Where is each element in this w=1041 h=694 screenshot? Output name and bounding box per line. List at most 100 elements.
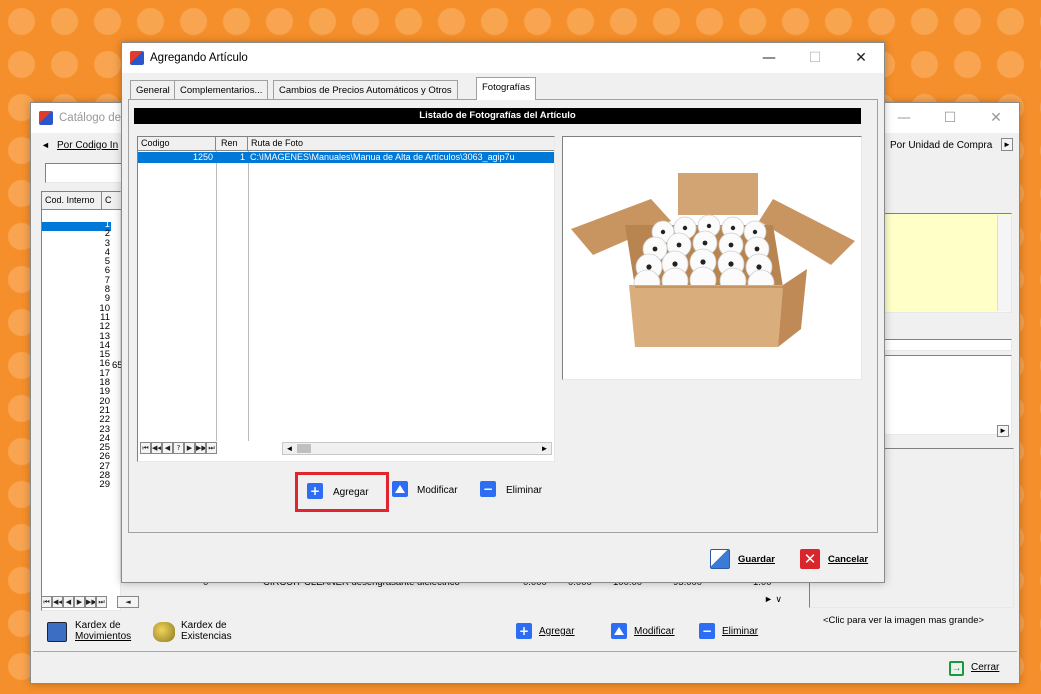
nav-find-button[interactable]: ? bbox=[173, 442, 184, 454]
nav-next-page-button[interactable]: ▶▶ bbox=[195, 442, 206, 454]
dialog-titlebar: Agregando Artículo — ☐ ✕ bbox=[122, 43, 884, 73]
cerrar-label: Cerrar bbox=[971, 662, 1000, 673]
triangle-icon bbox=[395, 485, 405, 493]
scroll-right-icon[interactable]: ► bbox=[538, 443, 551, 454]
nav-first-button[interactable]: ⏮ bbox=[140, 442, 151, 454]
col-divider bbox=[248, 151, 249, 441]
col-cod-interno[interactable]: Cod. Interno bbox=[42, 192, 102, 210]
catalog-grid[interactable]: Cod. Interno C 1 2 3 4 5 6 7 8 9 10 11 1… bbox=[41, 191, 123, 611]
right-arrow-icon[interactable]: ► bbox=[1001, 138, 1013, 151]
app-icon bbox=[39, 111, 53, 125]
list-title-bar: Listado de Fotografías del Artículo bbox=[134, 108, 861, 124]
maximize-button[interactable]: ☐ bbox=[927, 103, 973, 133]
row-number: 7 bbox=[104, 274, 110, 286]
col-c[interactable]: C bbox=[102, 192, 122, 210]
maximize-button[interactable]: ☐ bbox=[792, 43, 838, 73]
cancel-icon: ✕ bbox=[800, 549, 820, 569]
photo-preview[interactable] bbox=[562, 136, 862, 380]
progress-field bbox=[884, 339, 1012, 351]
row-number: 5 bbox=[104, 256, 110, 268]
tab-general[interactable]: General bbox=[130, 80, 176, 100]
scroll-left-icon[interactable]: ◄ bbox=[283, 443, 296, 454]
photo-grid[interactable]: Codigo Ren Ruta de Foto 1250 1 C:\IMAGEN… bbox=[137, 136, 555, 462]
row-number: 8 bbox=[104, 284, 110, 296]
tab-page: Listado de Fotografías del Artículo Codi… bbox=[128, 99, 878, 533]
nav-last-button[interactable]: ⏭ bbox=[206, 442, 217, 454]
kardex-movimientos-label-2: Movimientos bbox=[75, 631, 132, 642]
row-number: 3 bbox=[104, 237, 110, 249]
tab-cambios-precios[interactable]: Cambios de Precios Automáticos y Otros bbox=[273, 80, 458, 100]
save-icon bbox=[710, 549, 730, 569]
scroll-right-icon[interactable]: ► ∨ bbox=[764, 594, 782, 605]
catalog-agregar-icon[interactable]: + bbox=[516, 623, 532, 639]
nav-next-page-button[interactable]: ▶▶ bbox=[85, 596, 96, 608]
image-hint-text: <Clic para ver la imagen mas grande> bbox=[823, 615, 985, 626]
col-ren[interactable]: Ren bbox=[216, 137, 248, 151]
cancelar-button[interactable]: ✕ Cancelar bbox=[800, 549, 880, 573]
agregar-icon[interactable]: + bbox=[307, 483, 323, 499]
nav-por-unidad-compra[interactable]: Por Unidad de Compra bbox=[890, 140, 992, 151]
eliminar-button[interactable]: Eliminar bbox=[506, 485, 542, 496]
row-number: 2 bbox=[104, 228, 110, 240]
catalog-navbar: ⏮ ◀◀ ◀ ▶ ▶▶ ⏭ ◄ bbox=[41, 596, 139, 608]
minimize-button[interactable]: — bbox=[746, 43, 792, 73]
notes-panel[interactable] bbox=[884, 213, 1012, 313]
nav-prev-page-button[interactable]: ◀◀ bbox=[151, 442, 162, 454]
tab-fotografias[interactable]: Fotografías bbox=[476, 77, 537, 100]
nav-prev-button[interactable]: ◀ bbox=[162, 442, 173, 454]
catalog-modificar-button[interactable]: Modificar bbox=[634, 626, 675, 637]
kardex-movimientos-button[interactable]: Kardex de Movimientos bbox=[45, 618, 155, 648]
cell-ren: 1 bbox=[239, 152, 245, 162]
agregar-button[interactable]: Agregar bbox=[333, 487, 369, 498]
table-row[interactable]: 1250 1 C:\IMAGENES\Manuales\Manua de Alt… bbox=[138, 152, 554, 163]
nav-prev-page-button[interactable]: ◀◀ bbox=[52, 596, 63, 608]
kardex-existencias-button[interactable]: Kardex de Existencias bbox=[151, 618, 261, 648]
list-panel[interactable] bbox=[884, 355, 1012, 435]
col-divider bbox=[216, 151, 217, 441]
horizontal-scrollbar[interactable]: ◄ ► bbox=[282, 442, 552, 455]
cell-codigo: 1250 bbox=[192, 152, 213, 162]
cell-ruta: C:\IMAGENES\Manuales\Manua de Alta de Ar… bbox=[250, 152, 515, 162]
col-codigo[interactable]: Codigo bbox=[138, 137, 216, 151]
catalog-agregar-button[interactable]: Agregar bbox=[539, 626, 575, 637]
catalog-eliminar-icon[interactable]: − bbox=[699, 623, 715, 639]
kardex-existencias-label-2: Existencias bbox=[181, 631, 232, 642]
cancelar-label: Cancelar bbox=[828, 554, 869, 565]
catalog-eliminar-button[interactable]: Eliminar bbox=[722, 626, 758, 637]
scroll-thumb[interactable] bbox=[297, 444, 311, 453]
nav-prev-button[interactable]: ◀ bbox=[63, 596, 74, 608]
panel-scroll-right-icon[interactable]: ► bbox=[997, 425, 1009, 437]
app-icon bbox=[130, 51, 144, 65]
nav-por-codigo[interactable]: Por Codigo In bbox=[57, 140, 118, 151]
list-title: Listado de Fotografías del Artículo bbox=[419, 110, 576, 121]
nav-next-button[interactable]: ▶ bbox=[74, 596, 85, 608]
tab-complementarios[interactable]: Complementarios... bbox=[174, 80, 269, 100]
minimize-button[interactable]: — bbox=[881, 103, 927, 133]
row-number-list: 1 2 3 4 5 6 7 8 9 10 11 12 13 14 15 16 1… bbox=[42, 220, 110, 490]
guardar-button[interactable]: Guardar bbox=[710, 549, 782, 573]
nav-first-button[interactable]: ⏮ bbox=[41, 596, 52, 608]
footer-divider bbox=[33, 651, 1017, 652]
left-arrow-icon[interactable]: ◄ bbox=[41, 140, 50, 150]
modificar-button[interactable]: Modificar bbox=[417, 485, 458, 496]
guardar-label: Guardar bbox=[738, 554, 775, 565]
col-ruta-de-foto[interactable]: Ruta de Foto bbox=[248, 137, 554, 151]
triangle-icon bbox=[614, 627, 624, 635]
catalog-modificar-icon[interactable] bbox=[611, 623, 627, 639]
search-input[interactable] bbox=[45, 163, 125, 183]
cerrar-button[interactable]: → Cerrar bbox=[949, 659, 1019, 679]
grid-navbar: ⏮ ◀◀ ◀ ? ▶ ▶▶ ⏭ bbox=[140, 442, 217, 454]
kardex-movimientos-label-1: Kardex de bbox=[75, 620, 121, 631]
modificar-icon[interactable] bbox=[392, 481, 408, 497]
row-number: 29 bbox=[99, 479, 110, 491]
eliminar-icon[interactable]: − bbox=[480, 481, 496, 497]
close-button[interactable]: ✕ bbox=[973, 103, 1019, 133]
notes-scrollbar[interactable] bbox=[997, 215, 1011, 311]
close-button[interactable]: ✕ bbox=[838, 43, 884, 73]
nav-next-button[interactable]: ▶ bbox=[184, 442, 195, 454]
kardex-existencias-icon bbox=[153, 622, 175, 642]
nav-last-button[interactable]: ⏭ bbox=[96, 596, 107, 608]
row-number: 4 bbox=[104, 246, 110, 258]
scroll-left-button[interactable]: ◄ bbox=[117, 596, 139, 608]
catalog-title: Catálogo de bbox=[59, 112, 122, 124]
